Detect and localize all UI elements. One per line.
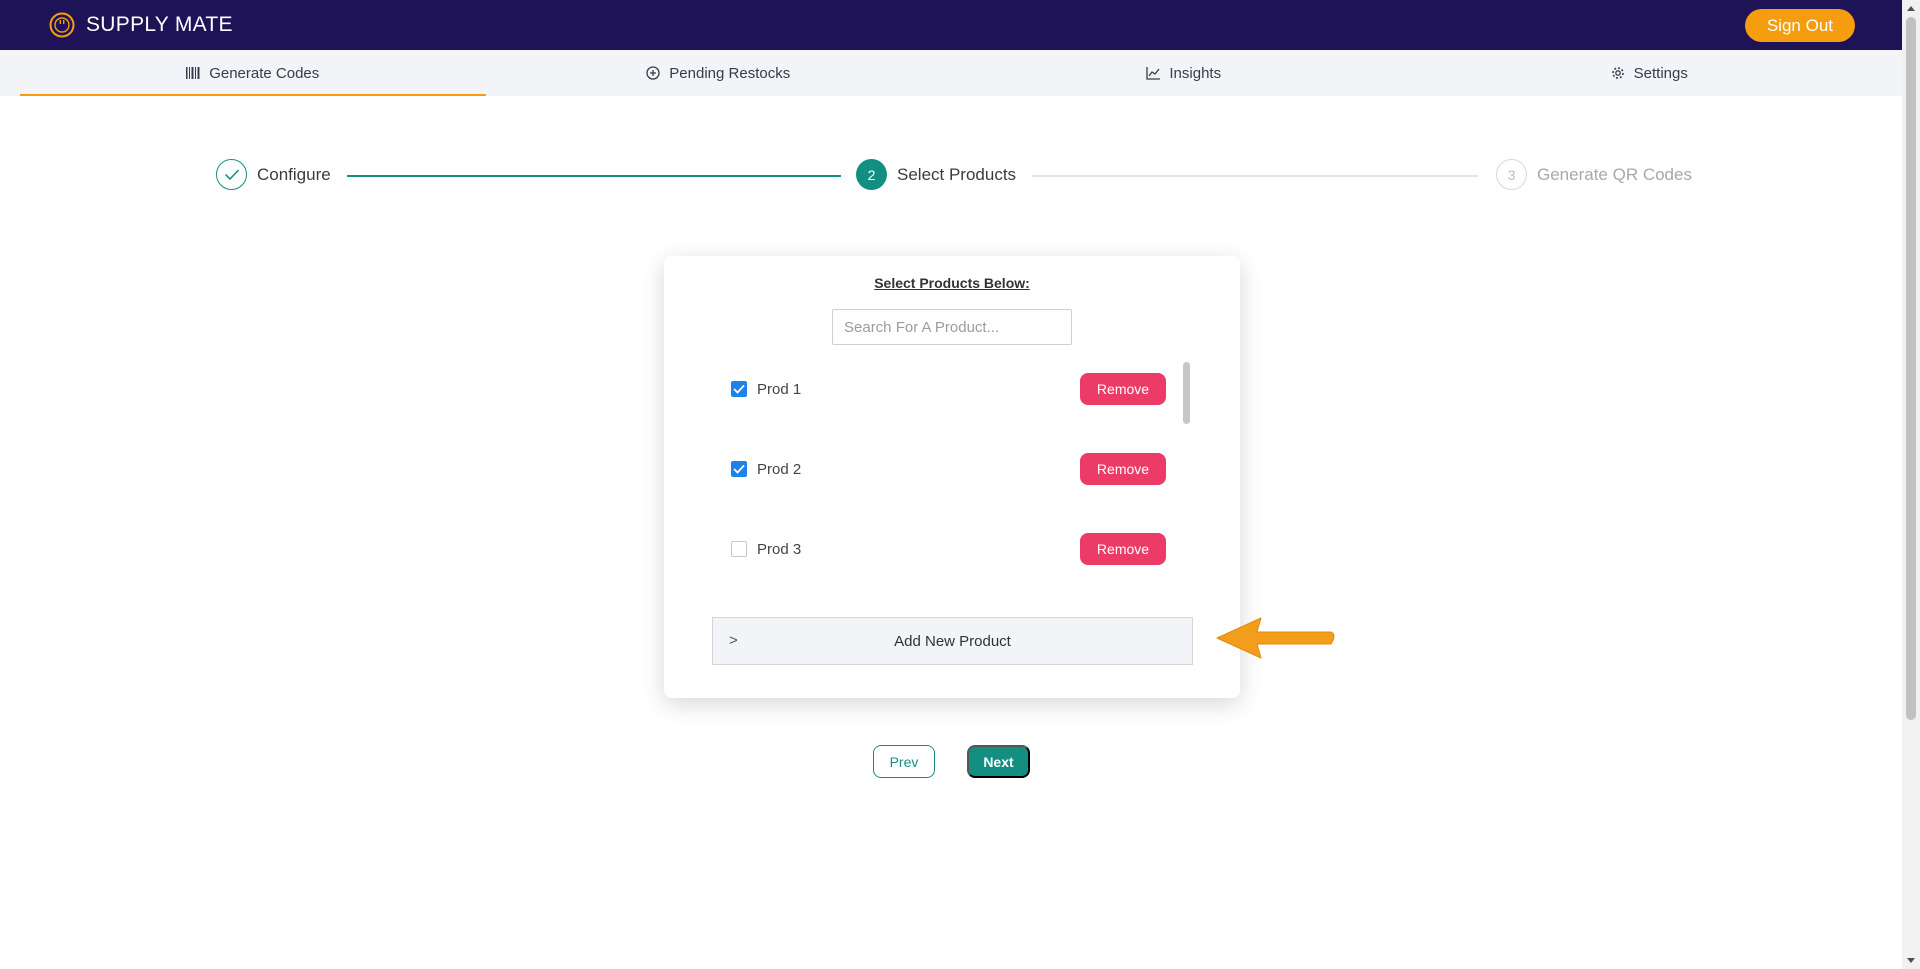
list-scrollbar[interactable] [1183, 362, 1190, 424]
tab-label: Insights [1169, 64, 1222, 82]
step-label: Configure [257, 164, 331, 184]
step-configure: Configure [216, 159, 331, 190]
sign-out-button[interactable]: Sign Out [1744, 9, 1855, 42]
product-label: Prod 3 [757, 540, 802, 558]
top-bar: SUPPLY MATE Sign Out [0, 0, 1902, 50]
next-button[interactable]: Next [967, 745, 1030, 778]
product-label: Prod 1 [757, 380, 802, 398]
step-label: Generate QR Codes [1537, 164, 1692, 184]
gear-icon [1611, 67, 1624, 79]
tab-pending-restocks[interactable]: Pending Restocks [486, 50, 952, 96]
list-item: Prod 3 Remove [726, 529, 1166, 569]
remove-button[interactable]: Remove [1080, 453, 1166, 485]
scroll-up-icon[interactable] [1907, 6, 1915, 11]
product-checkbox[interactable] [731, 381, 747, 397]
brand-name: SUPPLY MATE [86, 13, 233, 36]
stepper: Configure 2 Select Products 3 Generate Q… [0, 155, 1902, 195]
tab-generate-codes[interactable]: Generate Codes [20, 50, 486, 96]
tab-label: Pending Restocks [669, 64, 791, 82]
plus-circle-icon [646, 66, 660, 80]
product-label: Prod 2 [757, 460, 802, 478]
product-checkbox[interactable] [731, 461, 747, 477]
scroll-down-icon[interactable] [1907, 958, 1915, 963]
tab-settings[interactable]: Settings [1417, 50, 1883, 96]
accordion-label: Add New Product [894, 632, 1011, 650]
step-label: Select Products [897, 164, 1017, 184]
tab-insights[interactable]: Insights [951, 50, 1417, 96]
step-connector [1032, 175, 1478, 177]
step-check-icon [216, 159, 247, 190]
tab-label: Generate Codes [209, 64, 320, 82]
barcode-icon [186, 67, 200, 79]
step-number: 2 [856, 159, 887, 190]
logo[interactable]: SUPPLY MATE [48, 11, 233, 39]
step-connector [347, 175, 841, 177]
select-products-card: Select Products Below: Prod 1 Remove Pro… [664, 256, 1240, 698]
step-select-products: 2 Select Products [856, 159, 1016, 190]
prev-button[interactable]: Prev [873, 745, 935, 778]
product-list: Prod 1 Remove Prod 2 Remove Prod 3 Remov… [726, 360, 1166, 565]
list-item: Prod 2 Remove [726, 449, 1166, 489]
line-chart-icon [1146, 66, 1161, 80]
card-title: Select Products Below: [874, 275, 1030, 291]
logo-icon [49, 12, 75, 38]
step-number: 3 [1496, 159, 1527, 190]
page-scrollbar[interactable] [1902, 0, 1920, 969]
step-generate-qr-codes: 3 Generate QR Codes [1496, 159, 1692, 190]
tab-label: Settings [1633, 64, 1688, 82]
list-item: Prod 1 Remove [726, 369, 1166, 409]
remove-button[interactable]: Remove [1080, 373, 1166, 405]
product-search-input[interactable] [832, 309, 1072, 345]
main-tabs: Generate Codes Pending Restocks Insights… [0, 50, 1902, 96]
scrollbar-thumb[interactable] [1906, 17, 1916, 720]
remove-button[interactable]: Remove [1080, 533, 1166, 565]
product-checkbox[interactable] [731, 541, 747, 557]
chevron-right-icon: > [729, 632, 738, 649]
add-new-product-accordion[interactable]: > Add New Product [712, 617, 1193, 665]
arrow-left-icon [1216, 617, 1335, 659]
